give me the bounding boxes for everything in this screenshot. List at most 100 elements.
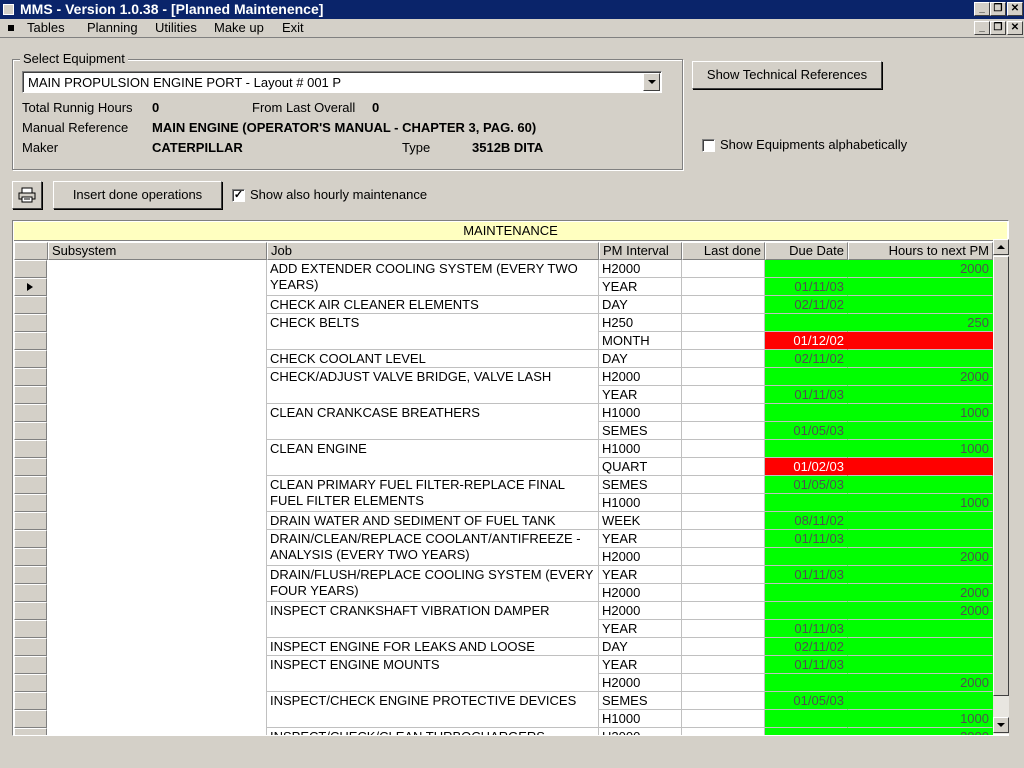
- equipment-dropdown[interactable]: MAIN PROPULSION ENGINE PORT - Layout # 0…: [22, 71, 662, 93]
- pm-interval-cell[interactable]: H2000: [599, 368, 682, 386]
- due-date-cell[interactable]: [765, 602, 848, 620]
- pm-interval-cell[interactable]: MONTH: [599, 332, 682, 350]
- due-date-cell[interactable]: [765, 368, 848, 386]
- pm-interval-cell[interactable]: QUART: [599, 458, 682, 476]
- scrollbar-thumb[interactable]: [993, 256, 1009, 696]
- last-done-cell[interactable]: [682, 728, 765, 735]
- due-date-cell[interactable]: [765, 440, 848, 458]
- hours-next-pm-cell[interactable]: 1000: [848, 440, 993, 458]
- row-selector[interactable]: [14, 494, 47, 512]
- pm-interval-cell[interactable]: DAY: [599, 638, 682, 656]
- pm-interval-cell[interactable]: H2000: [599, 674, 682, 692]
- maintenance-grid[interactable]: MAINTENANCE Subsystem Job PM Interval La…: [12, 220, 1009, 736]
- last-done-cell[interactable]: [682, 512, 765, 530]
- last-done-cell[interactable]: [682, 638, 765, 656]
- pm-interval-cell[interactable]: H2000: [599, 728, 682, 735]
- pm-interval-cell[interactable]: SEMES: [599, 422, 682, 440]
- hours-next-pm-cell[interactable]: 2000: [848, 368, 993, 386]
- last-done-cell[interactable]: [682, 458, 765, 476]
- pm-interval-cell[interactable]: H2000: [599, 548, 682, 566]
- hours-next-pm-cell[interactable]: [848, 476, 993, 494]
- row-selector[interactable]: [14, 548, 47, 566]
- header-due-date[interactable]: Due Date: [765, 242, 848, 260]
- hours-next-pm-cell[interactable]: [848, 458, 993, 476]
- job-cell[interactable]: DRAIN WATER AND SEDIMENT OF FUEL TANK: [267, 512, 599, 530]
- scroll-up-icon[interactable]: [993, 239, 1009, 255]
- due-date-cell[interactable]: [765, 710, 848, 728]
- due-date-cell[interactable]: [765, 494, 848, 512]
- due-date-cell[interactable]: 01/02/03: [765, 458, 848, 476]
- pm-interval-cell[interactable]: YEAR: [599, 530, 682, 548]
- last-done-cell[interactable]: [682, 350, 765, 368]
- job-cell[interactable]: CHECK COOLANT LEVEL: [267, 350, 599, 368]
- hours-next-pm-cell[interactable]: [848, 512, 993, 530]
- last-done-cell[interactable]: [682, 548, 765, 566]
- due-date-cell[interactable]: 01/11/03: [765, 620, 848, 638]
- row-selector[interactable]: [14, 692, 47, 710]
- header-subsystem[interactable]: Subsystem: [48, 242, 267, 260]
- pm-interval-cell[interactable]: H1000: [599, 404, 682, 422]
- row-selector[interactable]: [14, 440, 47, 458]
- insert-done-operations-button[interactable]: Insert done operations: [53, 181, 222, 209]
- last-done-cell[interactable]: [682, 440, 765, 458]
- header-pm-interval[interactable]: PM Interval: [599, 242, 682, 260]
- due-date-cell[interactable]: 01/11/03: [765, 278, 848, 296]
- due-date-cell[interactable]: 01/11/03: [765, 530, 848, 548]
- hours-next-pm-cell[interactable]: [848, 638, 993, 656]
- row-selector[interactable]: [14, 386, 47, 404]
- job-cell[interactable]: CHECK/ADJUST VALVE BRIDGE, VALVE LASH: [267, 368, 599, 404]
- hours-next-pm-cell[interactable]: 2000: [848, 602, 993, 620]
- pm-interval-cell[interactable]: SEMES: [599, 692, 682, 710]
- print-button[interactable]: [12, 181, 42, 209]
- job-cell[interactable]: INSPECT ENGINE FOR LEAKS AND LOOSE: [267, 638, 599, 656]
- hours-next-pm-cell[interactable]: 2000: [848, 584, 993, 602]
- menu-tables[interactable]: Tables: [27, 20, 65, 36]
- hours-next-pm-cell[interactable]: [848, 278, 993, 296]
- last-done-cell[interactable]: [682, 710, 765, 728]
- row-selector[interactable]: [14, 260, 47, 278]
- due-date-cell[interactable]: [765, 728, 848, 735]
- show-alphabetically-checkbox[interactable]: [702, 139, 715, 152]
- pm-interval-cell[interactable]: WEEK: [599, 512, 682, 530]
- header-job[interactable]: Job: [267, 242, 599, 260]
- due-date-cell[interactable]: 08/11/02: [765, 512, 848, 530]
- header-hours-next-pm[interactable]: Hours to next PM: [848, 242, 993, 260]
- row-selector[interactable]: [14, 476, 47, 494]
- hours-next-pm-cell[interactable]: 2000: [848, 674, 993, 692]
- job-cell[interactable]: CHECK BELTS: [267, 314, 599, 350]
- last-done-cell[interactable]: [682, 314, 765, 332]
- hours-next-pm-cell[interactable]: [848, 566, 993, 584]
- document-menu-icon[interactable]: [8, 25, 14, 31]
- hours-next-pm-cell[interactable]: 1000: [848, 710, 993, 728]
- row-selector[interactable]: [14, 584, 47, 602]
- mdi-close-icon[interactable]: ✕: [1007, 21, 1023, 35]
- subsystem-cell[interactable]: [48, 260, 267, 735]
- show-technical-references-button[interactable]: Show Technical References: [692, 61, 882, 89]
- menu-exit[interactable]: Exit: [282, 20, 304, 36]
- job-cell[interactable]: DRAIN/FLUSH/REPLACE COOLING SYSTEM (EVER…: [267, 566, 599, 602]
- row-selector[interactable]: [14, 422, 47, 440]
- pm-interval-cell[interactable]: YEAR: [599, 566, 682, 584]
- due-date-cell[interactable]: [765, 260, 848, 278]
- pm-interval-cell[interactable]: H1000: [599, 440, 682, 458]
- last-done-cell[interactable]: [682, 476, 765, 494]
- row-selector[interactable]: [14, 728, 47, 735]
- row-selector[interactable]: [14, 314, 47, 332]
- row-selector[interactable]: [14, 512, 47, 530]
- last-done-cell[interactable]: [682, 530, 765, 548]
- row-selector[interactable]: [14, 710, 47, 728]
- pm-interval-cell[interactable]: YEAR: [599, 656, 682, 674]
- job-cell[interactable]: CLEAN PRIMARY FUEL FILTER-REPLACE FINAL …: [267, 476, 599, 512]
- last-done-cell[interactable]: [682, 584, 765, 602]
- hours-next-pm-cell[interactable]: 250: [848, 314, 993, 332]
- mdi-minimize-icon[interactable]: _: [974, 21, 990, 35]
- hours-next-pm-cell[interactable]: [848, 332, 993, 350]
- pm-interval-cell[interactable]: H2000: [599, 584, 682, 602]
- last-done-cell[interactable]: [682, 674, 765, 692]
- row-selector[interactable]: [14, 458, 47, 476]
- last-done-cell[interactable]: [682, 278, 765, 296]
- hours-next-pm-cell[interactable]: 2000: [848, 548, 993, 566]
- job-cell[interactable]: INSPECT/CHECK/CLEAN TURBOCHARGERS: [267, 728, 599, 735]
- row-selector[interactable]: [14, 368, 47, 386]
- pm-interval-cell[interactable]: SEMES: [599, 476, 682, 494]
